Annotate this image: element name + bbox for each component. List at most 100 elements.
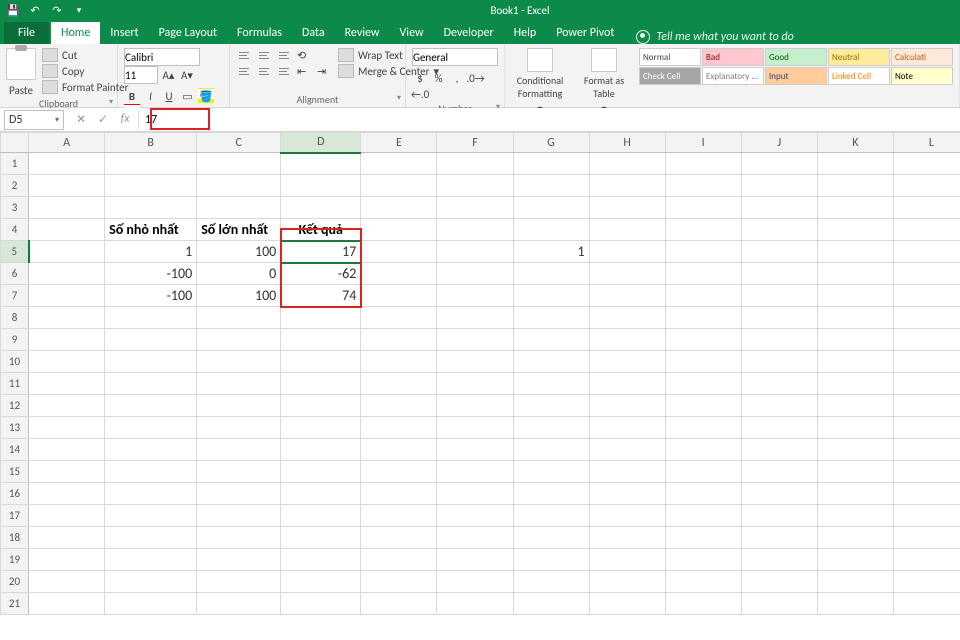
cell-G2[interactable] — [513, 175, 589, 197]
font-size-select[interactable] — [124, 66, 158, 84]
row-header-2[interactable]: 2 — [1, 175, 29, 197]
cell-J7[interactable] — [741, 285, 817, 307]
cell-B21[interactable] — [105, 593, 197, 615]
cell-G12[interactable] — [513, 395, 589, 417]
row-header-7[interactable]: 7 — [1, 285, 29, 307]
name-box-dropdown-icon[interactable]: ▾ — [55, 115, 59, 125]
cell-H15[interactable] — [589, 461, 665, 483]
column-header-J[interactable]: J — [741, 133, 817, 153]
cell-styles-gallery[interactable]: NormalBadGoodNeutralCalculatiCheck CellE… — [639, 48, 953, 85]
cell-J16[interactable] — [741, 483, 817, 505]
cell-H4[interactable] — [589, 219, 665, 241]
row-header-10[interactable]: 10 — [1, 351, 29, 373]
paste-label[interactable]: Paste — [9, 84, 33, 97]
cell-H16[interactable] — [589, 483, 665, 505]
select-all-corner[interactable] — [1, 133, 29, 153]
cell-K6[interactable] — [817, 263, 893, 285]
cell-L12[interactable] — [893, 395, 960, 417]
cell-A9[interactable] — [29, 329, 105, 351]
redo-icon[interactable]: ↷ — [50, 3, 64, 17]
cell-K21[interactable] — [817, 593, 893, 615]
cell-L21[interactable] — [893, 593, 960, 615]
cell-E9[interactable] — [361, 329, 437, 351]
cell-H11[interactable] — [589, 373, 665, 395]
cell-K3[interactable] — [817, 197, 893, 219]
cell-C16[interactable] — [197, 483, 281, 505]
cell-I19[interactable] — [665, 549, 741, 571]
cell-D11[interactable] — [281, 373, 361, 395]
cancel-formula-icon[interactable]: ✕ — [74, 112, 88, 127]
cell-A1[interactable] — [29, 153, 105, 175]
cell-style-swatch[interactable]: Normal — [639, 48, 701, 66]
cell-J1[interactable] — [741, 153, 817, 175]
cell-A15[interactable] — [29, 461, 105, 483]
cell-L17[interactable] — [893, 505, 960, 527]
cell-G9[interactable] — [513, 329, 589, 351]
bold-button[interactable]: B — [124, 88, 140, 104]
cell-C17[interactable] — [197, 505, 281, 527]
decrease-decimal-icon[interactable]: ←.0 — [412, 86, 428, 102]
cell-G13[interactable] — [513, 417, 589, 439]
cell-A7[interactable] — [29, 285, 105, 307]
worksheet-grid[interactable]: ABCDEFGHIJKL 1234Số nhỏ nhấtSố lớn nhấtK… — [0, 132, 960, 640]
cell-C2[interactable] — [197, 175, 281, 197]
cell-C7[interactable]: 100 — [197, 285, 281, 307]
column-header-G[interactable]: G — [513, 133, 589, 153]
cell-D13[interactable] — [281, 417, 361, 439]
cell-L3[interactable] — [893, 197, 960, 219]
cell-A16[interactable] — [29, 483, 105, 505]
format-painter-button[interactable]: Format Painter — [42, 80, 128, 94]
cell-F21[interactable] — [437, 593, 513, 615]
cell-L18[interactable] — [893, 527, 960, 549]
column-header-A[interactable]: A — [29, 133, 105, 153]
fx-icon[interactable]: fx — [118, 112, 132, 127]
cell-L15[interactable] — [893, 461, 960, 483]
cell-L2[interactable] — [893, 175, 960, 197]
cell-A18[interactable] — [29, 527, 105, 549]
cell-L20[interactable] — [893, 571, 960, 593]
row-header-19[interactable]: 19 — [1, 549, 29, 571]
orientation-icon[interactable]: ⟲ — [296, 48, 312, 62]
cell-E2[interactable] — [361, 175, 437, 197]
cell-G10[interactable] — [513, 351, 589, 373]
cell-D15[interactable] — [281, 461, 361, 483]
cell-I18[interactable] — [665, 527, 741, 549]
cell-D12[interactable] — [281, 395, 361, 417]
cell-D8[interactable] — [281, 307, 361, 329]
cell-E8[interactable] — [361, 307, 437, 329]
cell-J11[interactable] — [741, 373, 817, 395]
cell-D17[interactable] — [281, 505, 361, 527]
cell-C18[interactable] — [197, 527, 281, 549]
cell-H3[interactable] — [589, 197, 665, 219]
cell-I9[interactable] — [665, 329, 741, 351]
cell-B2[interactable] — [105, 175, 197, 197]
cell-G18[interactable] — [513, 527, 589, 549]
cell-I21[interactable] — [665, 593, 741, 615]
tab-data[interactable]: Data — [292, 22, 335, 44]
cell-F11[interactable] — [437, 373, 513, 395]
cell-E12[interactable] — [361, 395, 437, 417]
cell-A10[interactable] — [29, 351, 105, 373]
tell-me[interactable]: Tell me what you want to do — [636, 30, 793, 44]
tab-help[interactable]: Help — [504, 22, 547, 44]
cell-F15[interactable] — [437, 461, 513, 483]
row-header-9[interactable]: 9 — [1, 329, 29, 351]
cell-C15[interactable] — [197, 461, 281, 483]
cell-L11[interactable] — [893, 373, 960, 395]
conditional-formatting-button[interactable]: Conditional Formatting ▾ — [511, 48, 569, 115]
row-header-17[interactable]: 17 — [1, 505, 29, 527]
cell-F5[interactable] — [437, 241, 513, 263]
cell-E1[interactable] — [361, 153, 437, 175]
cell-B14[interactable] — [105, 439, 197, 461]
cell-E10[interactable] — [361, 351, 437, 373]
align-right-icon[interactable] — [276, 64, 292, 78]
row-header-5[interactable]: 5 — [1, 241, 29, 263]
cell-H18[interactable] — [589, 527, 665, 549]
cell-H6[interactable] — [589, 263, 665, 285]
cell-A20[interactable] — [29, 571, 105, 593]
row-header-3[interactable]: 3 — [1, 197, 29, 219]
cell-J3[interactable] — [741, 197, 817, 219]
cell-style-swatch[interactable]: Explanatory ... — [702, 67, 764, 85]
cell-J10[interactable] — [741, 351, 817, 373]
tab-home[interactable]: Home — [51, 22, 100, 44]
